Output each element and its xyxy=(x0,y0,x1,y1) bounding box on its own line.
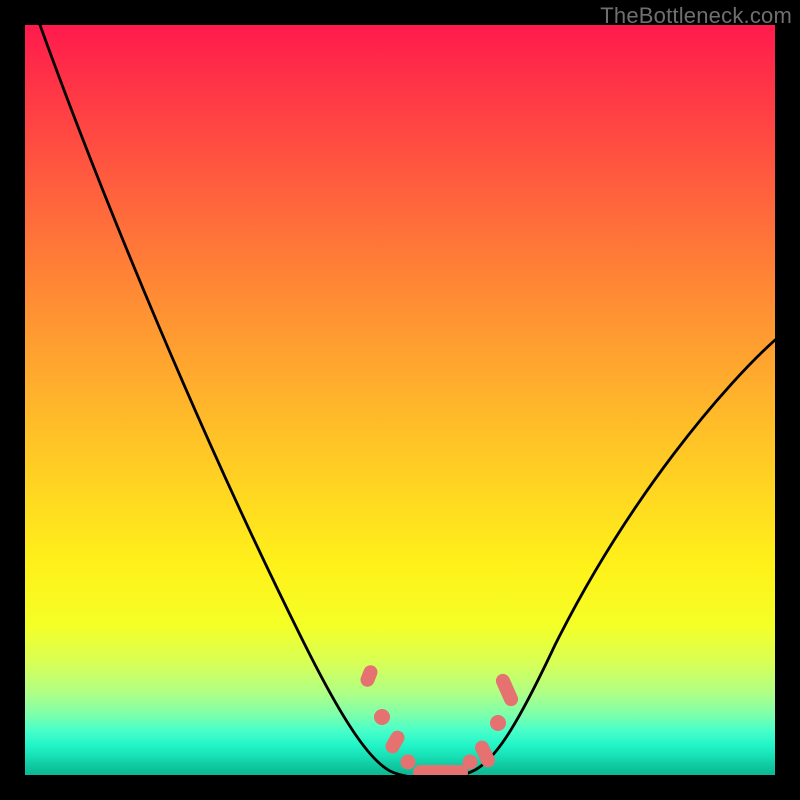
watermark-text: TheBottleneck.com xyxy=(600,3,792,29)
chart-frame: TheBottleneck.com xyxy=(0,0,800,800)
bottleneck-curve xyxy=(40,25,775,775)
highlighted-points xyxy=(358,663,520,775)
chart-curve-layer xyxy=(25,25,775,775)
chart-plot-area xyxy=(25,25,775,775)
